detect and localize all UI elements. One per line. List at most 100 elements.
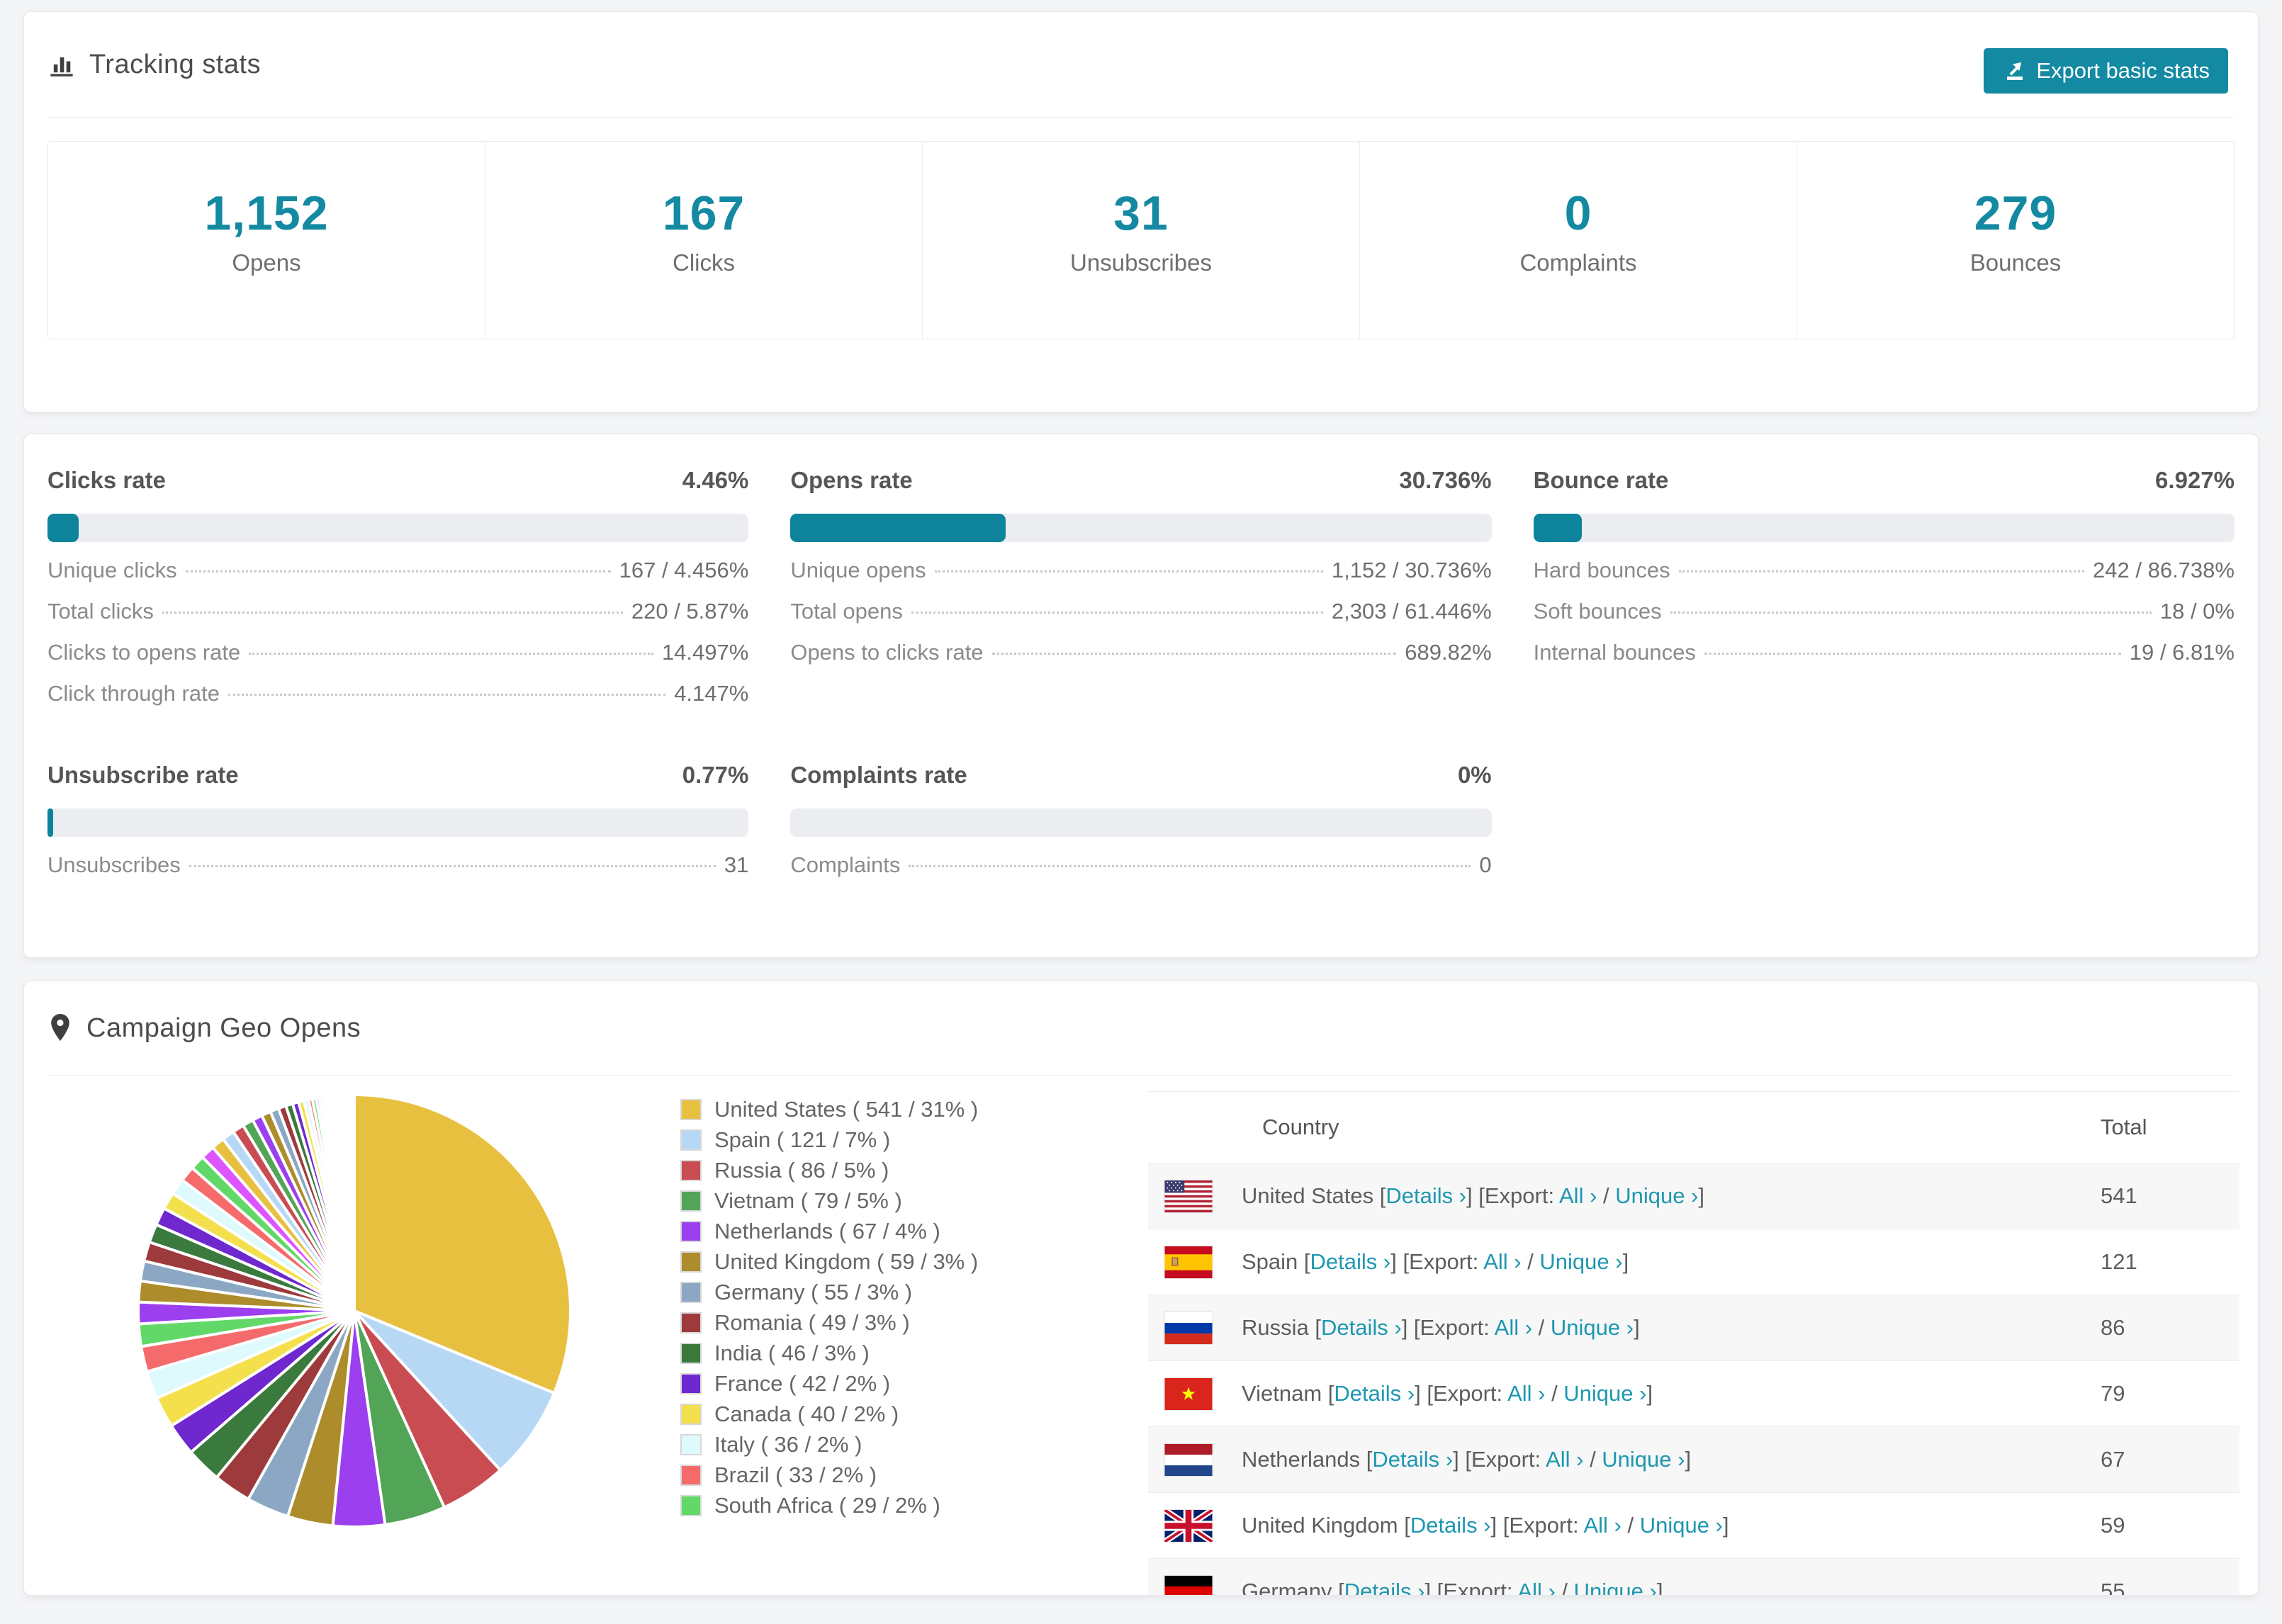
export-unique-link[interactable]: Unique › [1574, 1579, 1657, 1595]
geo-table-row: Spain [Details ›] [Export: All › / Uniqu… [1148, 1229, 2239, 1295]
dotted-leader [909, 865, 1471, 867]
summary-stats-row: 1,152 Opens 167 Clicks 31 Unsubscribes 0… [47, 141, 2235, 339]
legend-swatch [680, 1494, 702, 1516]
flag-ru [1164, 1311, 1213, 1345]
flag-gb [1164, 1509, 1213, 1543]
unsubscribe-rate-block: Unsubscribe rate 0.77% Unsubscribes 31 [47, 762, 749, 893]
rate-detail-label: Unique clicks [47, 558, 177, 582]
rate-detail-label: Hard bounces [1533, 558, 1670, 582]
bounce-rate-block: Bounce rate 6.927% Hard bounces 242 / 86.… [1533, 467, 2235, 722]
export-all-link[interactable]: All › [1517, 1579, 1555, 1595]
rate-detail-value: 31 [724, 852, 749, 877]
legend-label: Vietnam ( 79 / 5% ) [714, 1188, 902, 1213]
legend-label: Russia ( 86 / 5% ) [714, 1157, 889, 1183]
legend-item: South Africa ( 29 / 2% ) [680, 1490, 1148, 1521]
total-cell: 121 [2101, 1249, 2137, 1274]
legend-swatch [680, 1159, 702, 1181]
rate-detail-value: 14.497% [661, 640, 749, 665]
rate-detail-label: Soft bounces [1533, 599, 1662, 624]
rate-detail-value: 242 / 86.738% [2093, 558, 2235, 582]
legend-item: Canada ( 40 / 2% ) [680, 1399, 1148, 1429]
legend-item: Brazil ( 33 / 2% ) [680, 1460, 1148, 1490]
details-link[interactable]: Details › [1334, 1381, 1415, 1406]
dotted-leader [1670, 611, 2152, 614]
legend-item: France ( 42 / 2% ) [680, 1368, 1148, 1399]
clicks-rate-progressbar [47, 514, 749, 542]
export-unique-link[interactable]: Unique › [1602, 1447, 1685, 1472]
legend-item: Germany ( 55 / 3% ) [680, 1277, 1148, 1307]
flag-vn [1164, 1377, 1213, 1411]
legend-swatch [680, 1251, 702, 1273]
dotted-leader [991, 653, 1397, 655]
country-cell: Vietnam [Details ›] [Export: All › / Uni… [1242, 1381, 1653, 1406]
clicks-rate-block: Clicks rate 4.46% Unique clicks 167 / 4.4… [47, 467, 749, 722]
legend-swatch [680, 1464, 702, 1486]
export-all-link[interactable]: All › [1559, 1183, 1597, 1208]
export-icon [2002, 59, 2026, 83]
stat-unsubscribes: 31 Unsubscribes [922, 142, 1359, 339]
legend-swatch [680, 1098, 702, 1120]
geo-table-row: United States [Details ›] [Export: All ›… [1148, 1163, 2239, 1229]
rate-detail-row: Total opens 2,303 / 61.446% [790, 599, 1491, 640]
country-cell: United Kingdom [Details ›] [Export: All … [1242, 1513, 1729, 1538]
export-all-link[interactable]: All › [1483, 1249, 1521, 1274]
opens-rate-block: Opens rate 30.736% Unique opens 1,152 / 3… [790, 467, 1492, 722]
export-unique-link[interactable]: Unique › [1615, 1183, 1698, 1208]
rate-detail-value: 220 / 5.87% [631, 599, 749, 624]
total-cell: 55 [2101, 1579, 2125, 1596]
total-cell: 59 [2101, 1513, 2125, 1538]
details-link[interactable]: Details › [1321, 1315, 1402, 1340]
details-link[interactable]: Details › [1310, 1249, 1391, 1274]
rate-detail-label: Opens to clicks rate [790, 640, 984, 665]
stat-clicks: 167 Clicks [485, 142, 922, 339]
export-unique-link[interactable]: Unique › [1640, 1513, 1723, 1538]
country-cell: Spain [Details ›] [Export: All › / Uniqu… [1242, 1249, 1629, 1274]
geo-opens-header: Campaign Geo Opens [48, 981, 2234, 1076]
details-link[interactable]: Details › [1386, 1183, 1466, 1208]
legend-item: Netherlands ( 67 / 4% ) [680, 1216, 1148, 1246]
export-all-link[interactable]: All › [1546, 1447, 1583, 1472]
legend-label: Canada ( 40 / 2% ) [714, 1401, 899, 1426]
stat-bounces: 279 Bounces [1797, 142, 2234, 339]
rate-detail-row: Soft bounces 18 / 0% [1534, 599, 2235, 640]
legend-swatch [680, 1372, 702, 1394]
rate-detail-value: 0 [1479, 852, 1492, 877]
flag-nl [1164, 1443, 1213, 1477]
details-link[interactable]: Details › [1344, 1579, 1425, 1595]
unsubscribe-rate-progressbar [47, 808, 749, 837]
legend-item: Italy ( 36 / 2% ) [680, 1429, 1148, 1460]
dotted-leader [1704, 653, 2121, 655]
export-all-link[interactable]: All › [1507, 1381, 1545, 1406]
rate-detail-row: Unique opens 1,152 / 30.736% [790, 558, 1491, 599]
legend-swatch [680, 1312, 702, 1333]
rate-detail-row: Internal bounces 19 / 6.81% [1534, 640, 2235, 681]
legend-swatch [680, 1403, 702, 1425]
rate-detail-row: Click through rate 4.147% [47, 681, 748, 722]
geo-table-row: United Kingdom [Details ›] [Export: All … [1148, 1492, 2239, 1558]
rate-detail-value: 19 / 6.81% [2129, 640, 2235, 665]
details-link[interactable]: Details › [1410, 1513, 1491, 1538]
rate-detail-label: Unique opens [790, 558, 926, 582]
legend-label: Spain ( 121 / 7% ) [714, 1127, 891, 1152]
legend-item: Russia ( 86 / 5% ) [680, 1155, 1148, 1185]
opens-rate-progressbar [790, 514, 1492, 542]
country-cell: Germany [Details ›] [Export: All › / Uni… [1242, 1579, 1663, 1595]
details-link[interactable]: Details › [1372, 1447, 1453, 1472]
complaints-rate-block: Complaints rate 0% Complaints 0 [790, 762, 1492, 893]
bar-chart-icon [48, 51, 75, 78]
export-unique-link[interactable]: Unique › [1551, 1315, 1634, 1340]
export-all-link[interactable]: All › [1495, 1315, 1532, 1340]
geo-table-header: Country Total [1148, 1092, 2239, 1163]
legend-swatch [680, 1281, 702, 1303]
export-unique-link[interactable]: Unique › [1563, 1381, 1646, 1406]
page-title: Tracking stats [89, 49, 262, 79]
country-column-header: Country [1262, 1115, 1339, 1139]
geo-table: Country Total United States [Details ›] … [1148, 1091, 2239, 1596]
export-basic-stats-button[interactable]: Export basic stats [1984, 48, 2228, 94]
legend-item: Romania ( 49 / 3% ) [680, 1307, 1148, 1338]
export-all-link[interactable]: All › [1583, 1513, 1621, 1538]
rates-card: Clicks rate 4.46% Unique clicks 167 / 4.4… [23, 434, 2259, 958]
dotted-leader [911, 611, 1323, 614]
export-unique-link[interactable]: Unique › [1539, 1249, 1622, 1274]
rate-detail-label: Total opens [790, 599, 903, 624]
